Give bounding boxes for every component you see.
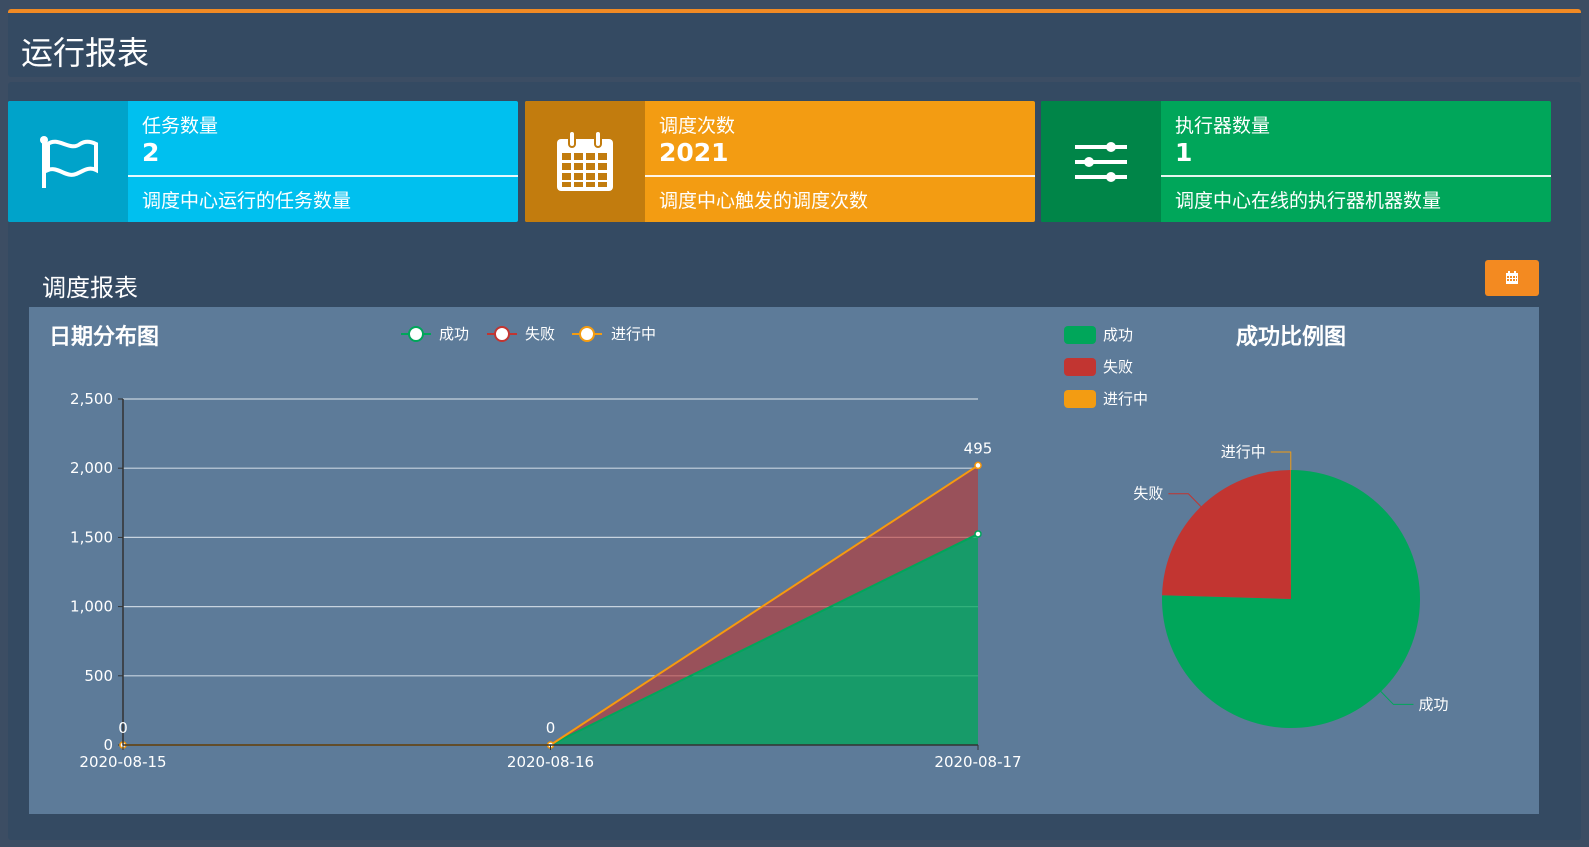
- pie-chart: 成功 失败 进行中: [1133, 443, 1448, 728]
- trigger-count-desc: 调度中心触发的调度次数: [659, 190, 869, 212]
- legend-item-success[interactable]: 成功: [401, 325, 469, 343]
- pie-label: 进行中: [1221, 443, 1266, 461]
- pie-leader-line: [1168, 493, 1202, 507]
- executor-count-desc: 调度中心在线的执行器机器数量: [1175, 190, 1442, 212]
- svg-text:失败: 失败: [1103, 358, 1133, 376]
- pie-slice-fail: [1162, 470, 1291, 599]
- calendar-icon: [525, 101, 645, 222]
- trigger-count-card: 调度次数 2021 调度中心触发的调度次数: [525, 101, 1035, 222]
- legend-item-fail[interactable]: 失败: [487, 325, 555, 343]
- trigger-count-value: 2021: [659, 138, 729, 167]
- pie-legend-item-running[interactable]: 进行中: [1064, 390, 1148, 408]
- data-label: 0: [118, 719, 128, 737]
- data-label: 0: [546, 719, 556, 737]
- y-tick-label: 2,000: [70, 459, 113, 477]
- date-range-button[interactable]: [1485, 260, 1539, 296]
- executor-count-value: 1: [1175, 138, 1193, 167]
- svg-text:进行中: 进行中: [1103, 390, 1148, 408]
- svg-text:进行中: 进行中: [611, 325, 656, 343]
- trigger-count-body: 调度次数 2021 调度中心触发的调度次数: [645, 101, 1035, 222]
- data-point: [974, 461, 982, 470]
- pie-label: 成功: [1418, 695, 1448, 713]
- task-count-value: 2: [142, 138, 160, 167]
- pie-label: 失败: [1133, 485, 1163, 503]
- pie-chart-title: 成功比例图: [1236, 325, 1346, 350]
- pie-leader-line: [1380, 691, 1414, 705]
- line-chart-areas: [119, 461, 982, 749]
- data-label: 495: [964, 439, 993, 457]
- line-chart-legend: 成功 失败 进行中: [401, 325, 656, 343]
- calendar-icon: [1506, 271, 1518, 284]
- svg-text:成功: 成功: [439, 325, 469, 343]
- executor-count-label: 执行器数量: [1175, 115, 1271, 137]
- legend-item-running[interactable]: 进行中: [572, 325, 656, 343]
- main-content: 任务数量 2 调度中心运行的任务数量 调度次数 2021 调度中心触发的调度次数…: [8, 82, 1581, 840]
- report-title: 调度报表: [42, 274, 138, 302]
- task-count-card: 任务数量 2 调度中心运行的任务数量: [8, 101, 518, 222]
- flag-icon: [8, 101, 128, 222]
- y-tick-label: 500: [84, 667, 113, 685]
- data-point: [974, 530, 982, 538]
- executor-count-body: 执行器数量 1 调度中心在线的执行器机器数量: [1161, 101, 1551, 222]
- pie-chart-legend: 成功 失败 进行中: [1064, 326, 1148, 408]
- x-tick-label: 2020-08-15: [79, 753, 166, 771]
- pie-leader-line: [1270, 451, 1292, 471]
- report-charts: 日期分布图 成功 失败 进行中 05001,0001,5002,0002,500…: [49, 324, 1448, 771]
- y-tick-label: 0: [103, 736, 113, 754]
- x-tick-label: 2020-08-16: [507, 753, 594, 771]
- sliders-icon: [1041, 101, 1161, 222]
- page-title: 运行报表: [21, 34, 150, 72]
- page-header: 运行报表: [8, 9, 1581, 77]
- executor-count-card: 执行器数量 1 调度中心在线的执行器机器数量: [1041, 101, 1551, 222]
- pie-legend-item-fail[interactable]: 失败: [1064, 358, 1133, 376]
- report-chart-panel: 日期分布图 成功 失败 进行中 0 500 1,000 1,500 2,000 …: [29, 307, 1539, 814]
- task-count-body: 任务数量 2 调度中心运行的任务数量: [128, 101, 518, 222]
- y-tick-label: 1,500: [70, 528, 113, 546]
- y-tick-label: 1,000: [70, 598, 113, 616]
- y-tick-label: 2,500: [70, 390, 113, 408]
- executor-count-divider: [1161, 175, 1551, 177]
- trigger-count-divider: [645, 175, 1035, 177]
- line-chart-title: 日期分布图: [49, 324, 159, 350]
- x-tick-label: 2020-08-17: [934, 753, 1021, 771]
- svg-text:成功: 成功: [1103, 326, 1133, 344]
- pie-legend-item-success[interactable]: 成功: [1064, 326, 1133, 344]
- task-count-desc: 调度中心运行的任务数量: [142, 190, 352, 212]
- task-count-divider: [128, 175, 518, 177]
- svg-text:失败: 失败: [525, 325, 555, 343]
- trigger-count-label: 调度次数: [659, 115, 736, 137]
- task-count-label: 任务数量: [142, 115, 219, 137]
